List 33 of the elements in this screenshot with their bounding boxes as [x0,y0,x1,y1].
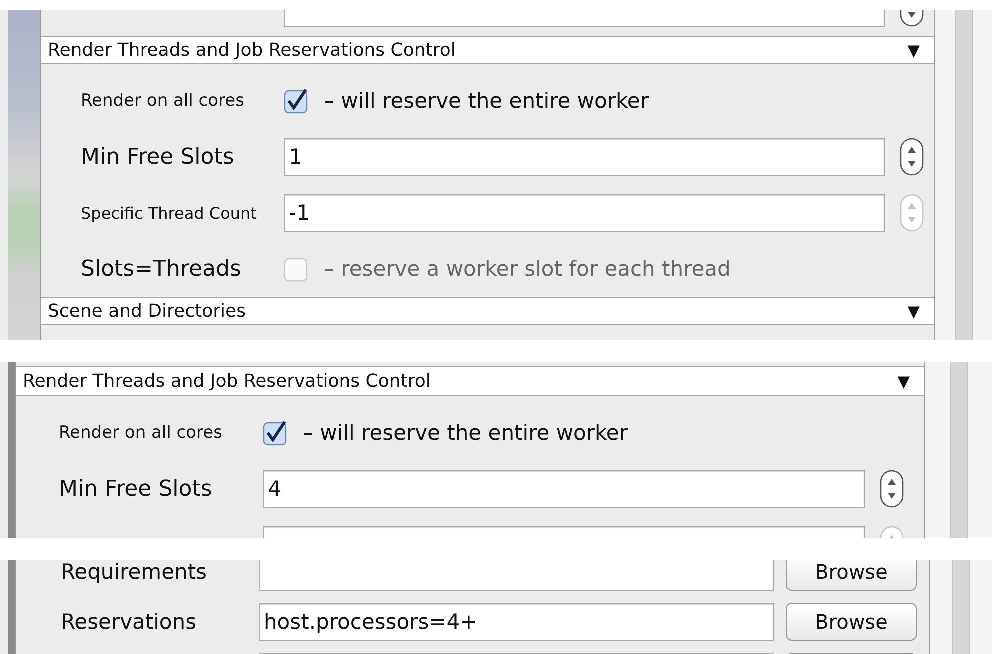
text-field[interactable] [259,560,774,591]
field-label: Requirements [61,560,208,584]
stepper-control[interactable] [900,138,924,176]
field-label: Min Free Slots [59,476,214,502]
field-label: Reservations [61,610,198,634]
section-header[interactable]: Scene and Directories ▼ [41,297,934,325]
checkbox[interactable] [263,420,289,446]
collapse-toggle[interactable]: ▼ [908,40,920,60]
scrollbar-track[interactable] [954,10,972,340]
browse-button[interactable]: Browse [786,560,917,591]
section-header[interactable]: Render Threads and Job Reservations Control ▼ [41,36,934,64]
text-field[interactable]: host.processors=4+ [259,603,774,641]
browse-button[interactable]: Browse [786,603,917,641]
collapse-toggle[interactable]: ▼ [898,372,910,390]
checkbox-note: – reserve a worker slot for each thread [324,257,731,281]
scrollbar-track[interactable] [952,560,970,654]
field-label: Min Free Slots [81,144,236,170]
checkbox-note: – will reserve the entire worker [324,89,649,113]
checkbox-note: – will reserve the entire worker [303,421,628,445]
field-label: Render on all cores [81,91,246,111]
section-title: Render Threads and Job Reservations Control [48,40,456,60]
stepper-control[interactable] [880,470,904,508]
field-label: Slots=Threads [81,256,242,282]
field-label: Render on all cores [59,423,224,443]
number-field[interactable]: 1 [284,138,885,176]
section-title: Scene and Directories [48,300,246,322]
section-header[interactable]: Render Threads and Job Reservations Control ▼ [16,366,924,396]
section-title: Render Threads and Job Reservations Control [23,370,431,392]
number-field[interactable]: 4 [263,470,865,508]
field-label: Specific Thread Count [81,204,258,222]
scrollbar-track[interactable] [950,362,968,538]
checkbox[interactable] [284,88,310,114]
collapse-toggle[interactable]: ▼ [908,302,920,320]
